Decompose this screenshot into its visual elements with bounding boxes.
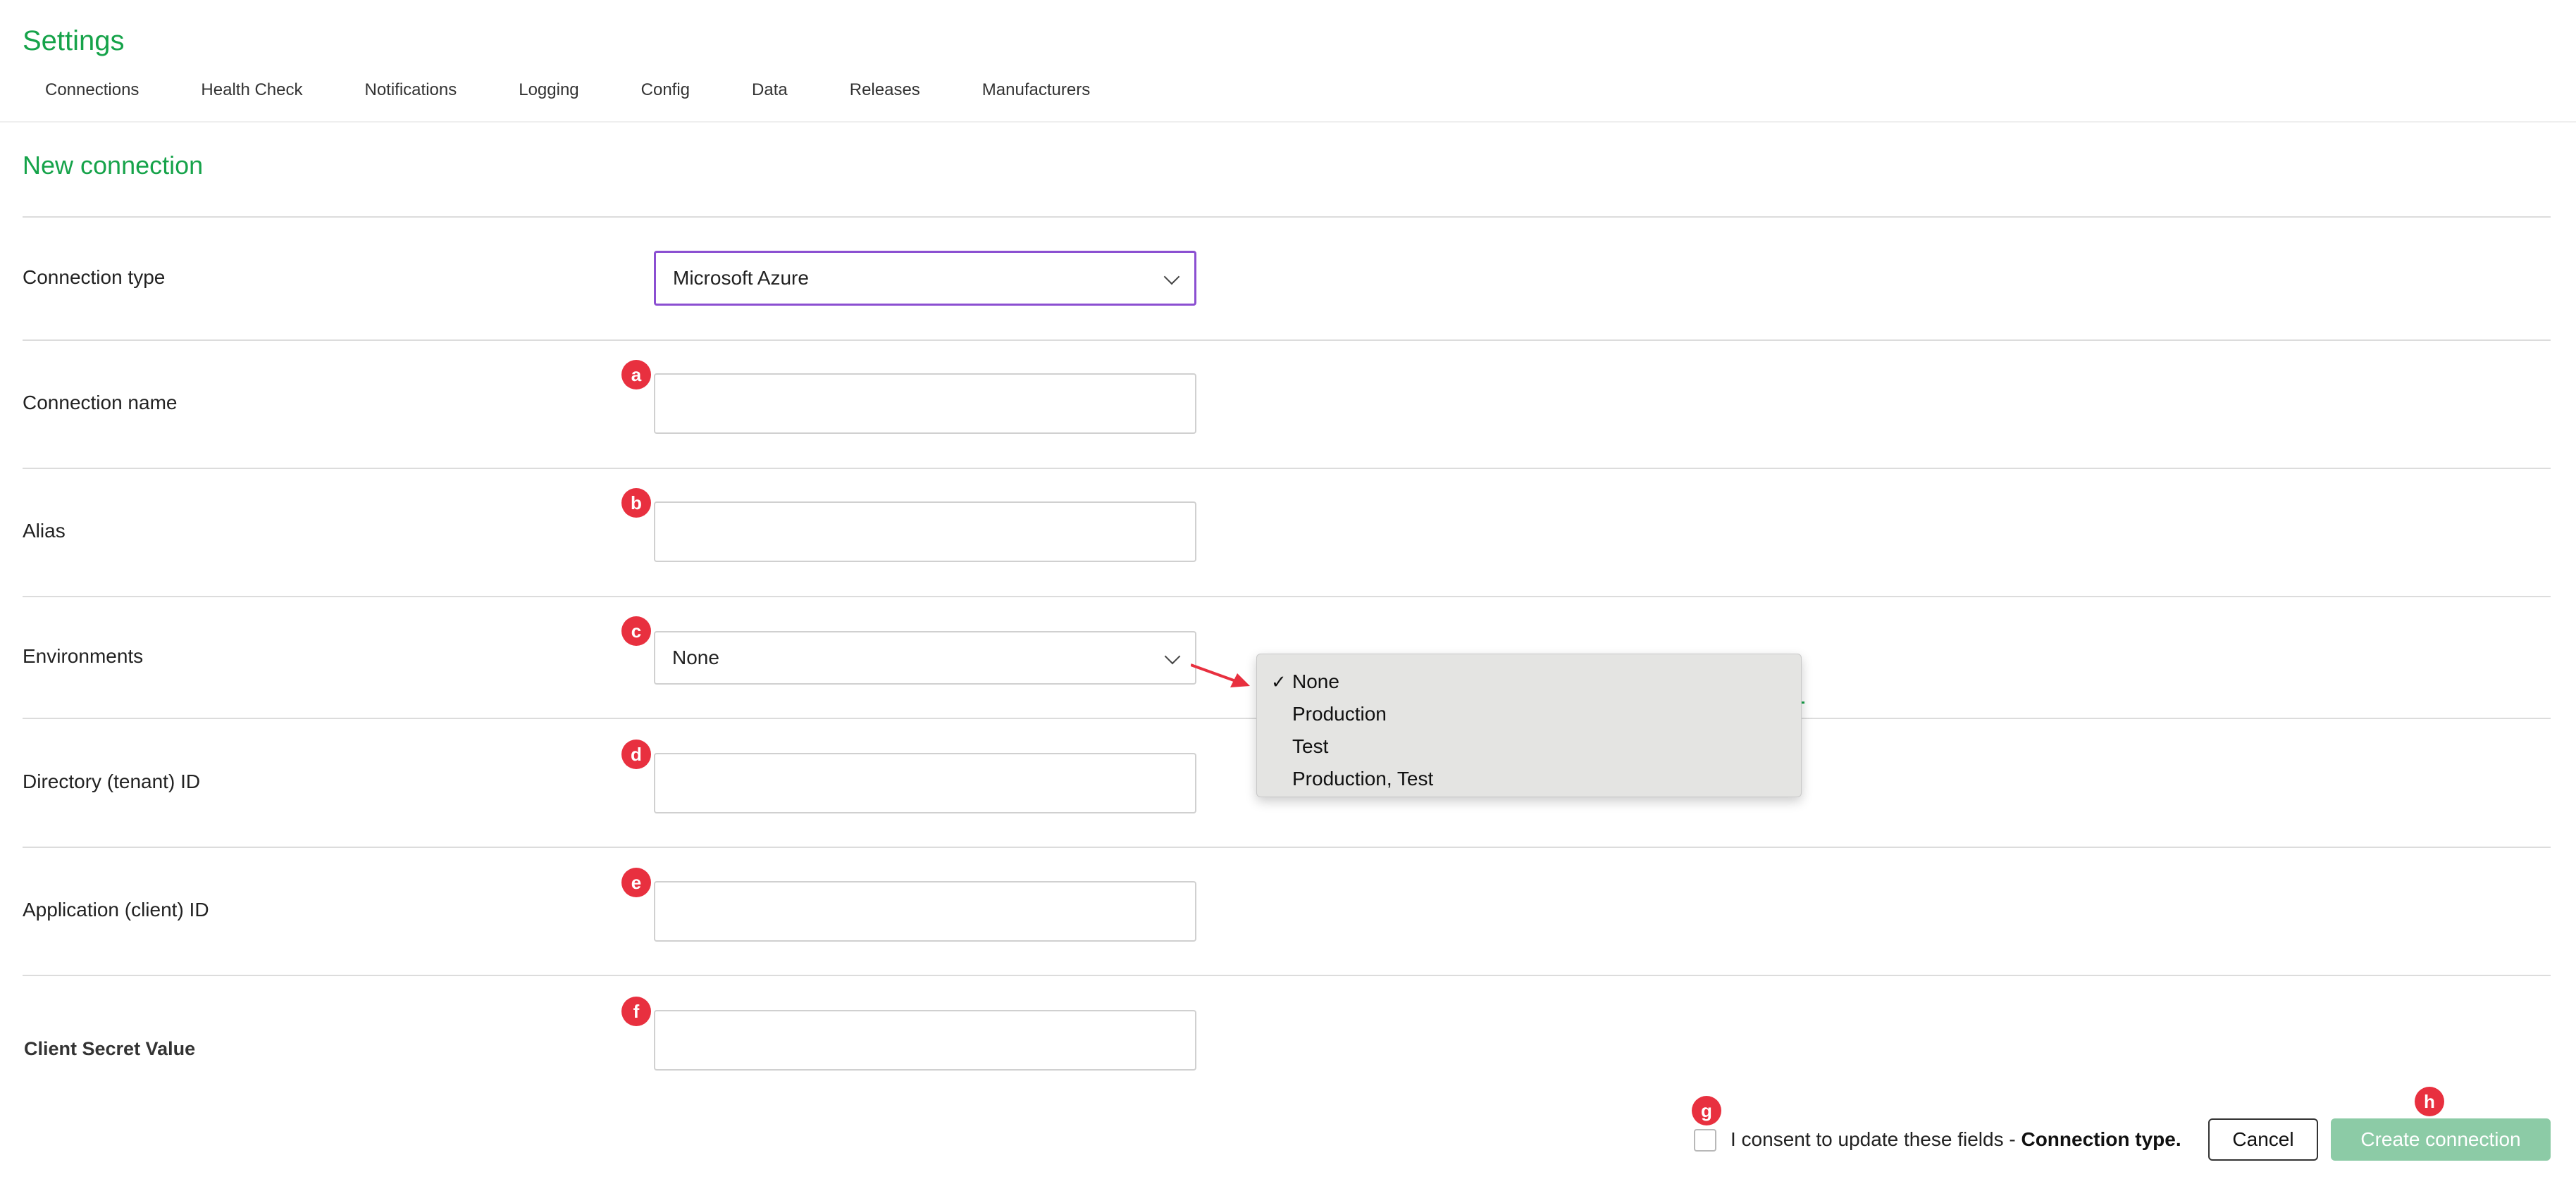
tab-releases[interactable]: Releases <box>850 76 920 104</box>
cancel-button[interactable]: Cancel <box>2208 1118 2318 1161</box>
option-label: Production, Test <box>1292 768 1434 790</box>
directory-id-input[interactable] <box>654 753 1196 813</box>
checkmark-icon: ✓ <box>1271 671 1287 692</box>
row-divider <box>23 596 2551 597</box>
create-connection-button[interactable]: Create connection <box>2331 1118 2551 1161</box>
row-divider <box>23 339 2551 341</box>
connection-type-select[interactable]: Microsoft Azure <box>654 251 1196 306</box>
tab-health-check[interactable]: Health Check <box>201 76 302 104</box>
tab-config[interactable]: Config <box>641 76 690 104</box>
application-id-input[interactable] <box>654 881 1196 942</box>
chevron-down-icon <box>1164 648 1181 665</box>
application-id-label: Application (client) ID <box>23 899 209 921</box>
page-title: Settings <box>23 25 125 56</box>
consent-text: I consent to update these fields - Conne… <box>1730 1127 2181 1152</box>
tab-logging[interactable]: Logging <box>519 76 578 104</box>
environments-dropdown-menu: ✓ None Production Test Production, Test <box>1256 654 1802 797</box>
row-divider <box>23 975 2551 976</box>
connection-type-label: Connection type <box>23 266 166 288</box>
option-label: Test <box>1292 735 1329 757</box>
section-title: New connection <box>23 151 204 180</box>
header: Settings Connections Health Check Notifi… <box>0 0 2576 123</box>
environments-select[interactable]: None <box>654 631 1196 685</box>
option-label: Production <box>1292 703 1387 725</box>
option-label: None <box>1292 670 1339 692</box>
tab-data[interactable]: Data <box>752 76 788 104</box>
marker-h: h <box>2415 1087 2444 1116</box>
connection-name-label: Connection name <box>23 392 178 413</box>
alias-label: Alias <box>23 520 66 542</box>
connection-name-input[interactable] <box>654 373 1196 434</box>
client-secret-label: Client Secret Value <box>24 1038 196 1059</box>
option-production-test[interactable]: Production, Test <box>1257 763 1801 795</box>
marker-a: a <box>621 360 651 389</box>
alias-input[interactable] <box>654 501 1196 562</box>
option-none[interactable]: ✓ None <box>1257 666 1801 698</box>
option-production[interactable]: Production <box>1257 698 1801 730</box>
tab-manufacturers[interactable]: Manufacturers <box>982 76 1090 104</box>
row-divider <box>23 216 2551 218</box>
marker-e: e <box>621 868 651 897</box>
consent-text-bold: Connection type. <box>2021 1128 2181 1150</box>
settings-tabs: Connections Health Check Notifications L… <box>23 76 1152 104</box>
directory-id-label: Directory (tenant) ID <box>23 771 201 792</box>
row-divider <box>23 468 2551 469</box>
marker-d: d <box>621 740 651 769</box>
marker-b: b <box>621 488 651 518</box>
chevron-down-icon <box>1163 268 1180 285</box>
environments-value: None <box>672 647 719 668</box>
row-divider <box>23 847 2551 848</box>
tab-notifications[interactable]: Notifications <box>365 76 457 104</box>
client-secret-input[interactable] <box>654 1010 1196 1071</box>
tab-connections[interactable]: Connections <box>45 76 139 104</box>
connection-type-value: Microsoft Azure <box>673 267 809 289</box>
option-test[interactable]: Test <box>1257 730 1801 763</box>
environments-label: Environments <box>23 645 144 667</box>
marker-c: c <box>621 616 651 646</box>
consent-text-main: I consent to update these fields - <box>1730 1128 2021 1150</box>
consent-checkbox[interactable] <box>1694 1129 1716 1152</box>
settings-page: Settings Connections Health Check Notifi… <box>0 0 2576 1179</box>
marker-f: f <box>621 997 651 1026</box>
marker-g: g <box>1692 1096 1721 1125</box>
